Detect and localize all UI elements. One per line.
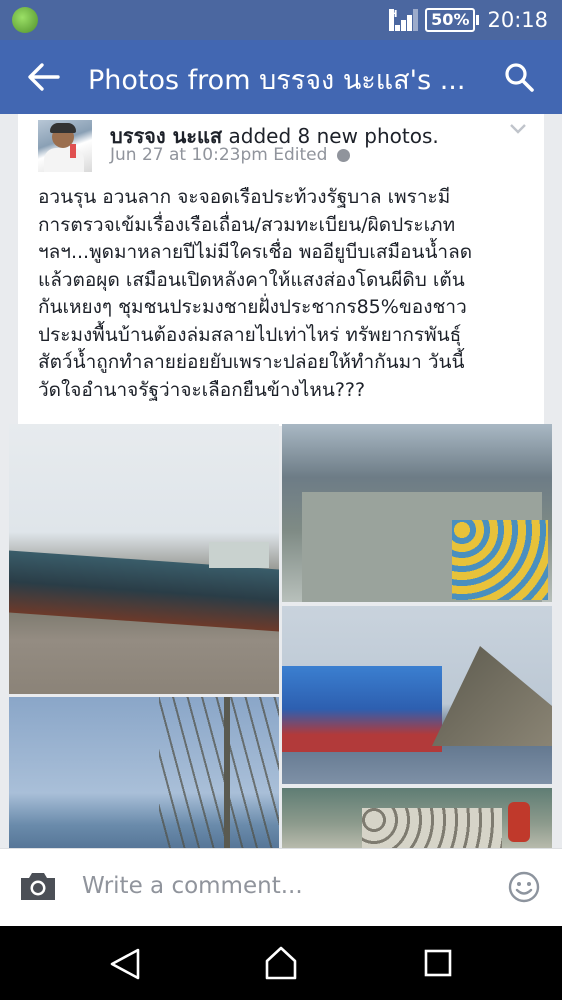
signal-icon: H xyxy=(389,9,419,31)
post-timestamp[interactable]: Jun 27 at 10:23pm Edited xyxy=(110,145,327,165)
globe-icon xyxy=(337,148,351,162)
nav-back-icon[interactable] xyxy=(108,947,142,981)
photo-4[interactable] xyxy=(9,697,279,857)
clock: 20:18 xyxy=(487,8,548,32)
smiley-icon[interactable] xyxy=(508,871,540,903)
network-type: H xyxy=(389,9,398,31)
status-bar: H 50% 20:18 xyxy=(0,0,562,40)
battery-icon: 50% xyxy=(425,8,480,32)
nav-home-icon[interactable] xyxy=(264,945,298,981)
arrow-left-icon[interactable] xyxy=(26,62,60,92)
status-indicators: H 50% 20:18 xyxy=(389,6,548,34)
photo-1[interactable] xyxy=(9,424,279,694)
system-nav-bar xyxy=(0,926,562,1000)
avatar[interactable] xyxy=(38,120,92,172)
post-meta: Jun 27 at 10:23pm Edited xyxy=(110,145,351,165)
app-notification-icon xyxy=(12,7,38,33)
photo-2[interactable] xyxy=(282,424,552,602)
page-title: Photos from บรรจง นะแส's ... xyxy=(88,65,466,96)
comment-bar: Write a comment... xyxy=(0,848,562,927)
post-text: อวนรุน อวนลาก จะจอดเรือประท้วงรัฐบาล เพร… xyxy=(38,186,473,401)
photo-3[interactable] xyxy=(282,606,552,784)
camera-icon[interactable] xyxy=(18,869,58,903)
app-bar: Photos from บรรจง นะแส's ... xyxy=(0,40,562,114)
post-card: บรรจง นะแส added 8 new photos. Jun 27 at… xyxy=(18,114,544,426)
comment-input[interactable]: Write a comment... xyxy=(82,873,303,899)
search-icon[interactable] xyxy=(504,62,534,92)
nav-recents-icon[interactable] xyxy=(424,949,452,977)
battery-level: 50% xyxy=(425,8,476,32)
chevron-down-icon[interactable] xyxy=(510,124,526,134)
